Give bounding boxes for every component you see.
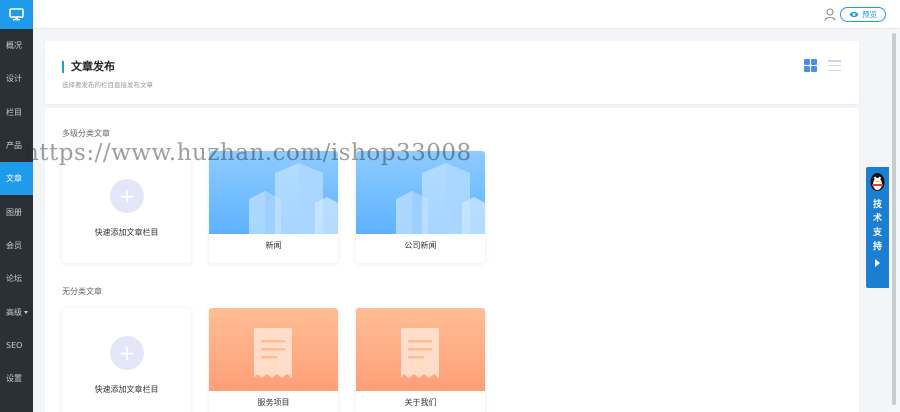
section-label-uncategorized: 无分类文章 [62,287,102,296]
sidebar-item[interactable]: 概况 [0,29,33,62]
logo[interactable] [0,0,33,29]
sidebar-item-label: 图册 [6,207,22,217]
section-label-multilevel: 多级分类文章 [62,129,110,138]
sidebar-item-label: 栏目 [6,107,22,117]
sidebar-item[interactable]: 产品 [0,129,33,162]
category-panel: 多级分类文章 + 快速添加文章栏目 新闻 公司新闻 无分类文章 + 快速添加文章… [45,108,859,412]
user-icon[interactable] [824,8,836,21]
sidebar-item[interactable]: 设置 [0,362,33,395]
caret-down-icon [24,310,28,314]
receipt-illustration [356,308,485,391]
quick-add-label: 快速添加文章栏目 [94,228,159,237]
sidebar-item-label: 高级 [6,307,22,317]
preview-label: 预览 [862,10,877,19]
eye-icon [849,11,859,18]
plus-icon: + [110,336,144,370]
tile-caption: 服务项目 [257,398,290,407]
category-tile-news[interactable]: 新闻 [209,151,338,263]
page-header: 文章发布 选择要发布的栏目直接发布文章 [45,41,859,104]
category-tile-about-us[interactable]: 关于我们 [356,308,485,412]
sidebar-item[interactable]: SEO [0,329,33,362]
preview-button[interactable]: 预览 [840,7,886,22]
sidebar-item[interactable]: 论坛 [0,262,33,295]
quick-add-category-button[interactable]: + 快速添加文章栏目 [62,151,191,263]
sidebar-item[interactable]: 设计 [0,62,33,95]
buildings-illustration [209,151,338,234]
sidebar-item[interactable]: 会员 [0,229,33,262]
category-tile-services[interactable]: 服务项目 [209,308,338,412]
tech-support-tab[interactable]: 技 术 支 持 [866,167,889,288]
list-view-icon[interactable] [828,60,841,71]
sidebar-item-label: 文章 [6,174,22,184]
sidebar-item[interactable]: 栏目 [0,96,33,129]
receipt-illustration [209,308,338,391]
plus-icon: + [110,179,144,213]
sidebar-item-label: 设计 [6,74,22,84]
quick-add-label: 快速添加文章栏目 [94,385,159,394]
tile-caption: 公司新闻 [404,241,437,250]
play-arrow-icon [875,259,880,267]
tile-caption: 关于我们 [404,398,437,407]
page-title: 文章发布 [62,61,115,73]
scrollbar-thumb[interactable] [892,33,896,405]
sidebar-item-label: 概况 [6,41,22,51]
monitor-icon [9,8,24,21]
sidebar-item[interactable]: 图册 [0,195,33,228]
page-subtitle: 选择要发布的栏目直接发布文章 [62,81,153,89]
tile-caption: 新闻 [265,241,282,250]
sidebar-item[interactable]: 高级 [0,295,33,328]
scrollbar[interactable] [889,29,900,412]
sidebar-item[interactable]: 文章 [0,162,33,196]
sidebar-item-label: 设置 [6,374,22,384]
support-label: 技 术 支 持 [872,200,882,252]
category-tile-company-news[interactable]: 公司新闻 [356,151,485,263]
sidebar: 概况设计栏目产品文章图册会员论坛高级 SEO 设置 [0,0,33,412]
sidebar-item-label: 产品 [6,141,22,151]
sidebar-item-label: 会员 [6,240,22,250]
qq-penguin-icon [870,173,885,191]
top-bar: 预览 [33,0,900,29]
quick-add-category-button[interactable]: + 快速添加文章栏目 [62,308,191,412]
buildings-illustration [356,151,485,234]
sidebar-item-label: SEO [6,340,23,350]
sidebar-item-label: 论坛 [6,274,22,284]
grid-view-icon[interactable] [804,59,817,72]
